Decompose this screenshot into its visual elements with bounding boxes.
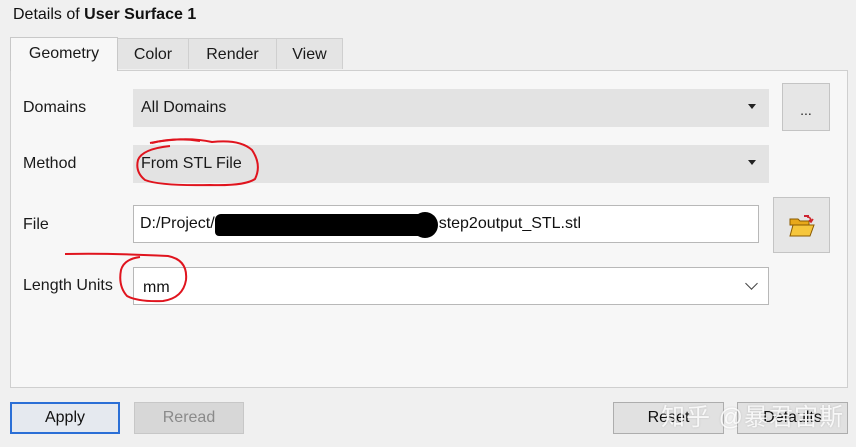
length-units-value: mm xyxy=(143,279,170,296)
dropdown-arrow-icon xyxy=(748,104,756,109)
dropdown-arrow-icon xyxy=(748,160,756,165)
file-path-start: D:/Project/ xyxy=(140,215,215,232)
file-label: File xyxy=(23,216,49,233)
watermark-text: 知乎 @暴君宙斯 xyxy=(660,404,844,431)
tab-geometry[interactable]: Geometry xyxy=(10,37,118,71)
browse-file-button[interactable] xyxy=(773,197,830,253)
title-object-name: User Surface 1 xyxy=(84,6,197,23)
window-title: Details of User Surface 1 xyxy=(13,5,196,25)
folder-open-icon xyxy=(789,215,815,240)
length-units-label: Length Units xyxy=(23,277,113,294)
title-prefix: Details of xyxy=(13,6,80,23)
tab-bar: Geometry Color Render View xyxy=(10,37,343,71)
domains-value: All Domains xyxy=(141,99,227,116)
tab-render[interactable]: Render xyxy=(188,38,277,69)
apply-button[interactable]: Apply xyxy=(10,402,120,434)
method-combobox[interactable]: From STL File xyxy=(133,145,769,183)
domains-combobox[interactable]: All Domains xyxy=(133,89,769,127)
redaction-mark xyxy=(412,212,438,238)
domains-more-button[interactable]: ... xyxy=(782,83,830,131)
tab-view[interactable]: View xyxy=(276,38,343,69)
reread-button[interactable]: Reread xyxy=(134,402,244,434)
tab-color[interactable]: Color xyxy=(117,38,189,69)
redaction-mark xyxy=(215,214,435,236)
method-label: Method xyxy=(23,155,77,172)
method-value: From STL File xyxy=(141,155,242,172)
chevron-down-icon xyxy=(745,277,758,290)
length-units-combobox[interactable]: mm xyxy=(133,267,769,305)
file-path-end: step2output_STL.stl xyxy=(438,215,581,232)
domains-label: Domains xyxy=(23,99,87,116)
